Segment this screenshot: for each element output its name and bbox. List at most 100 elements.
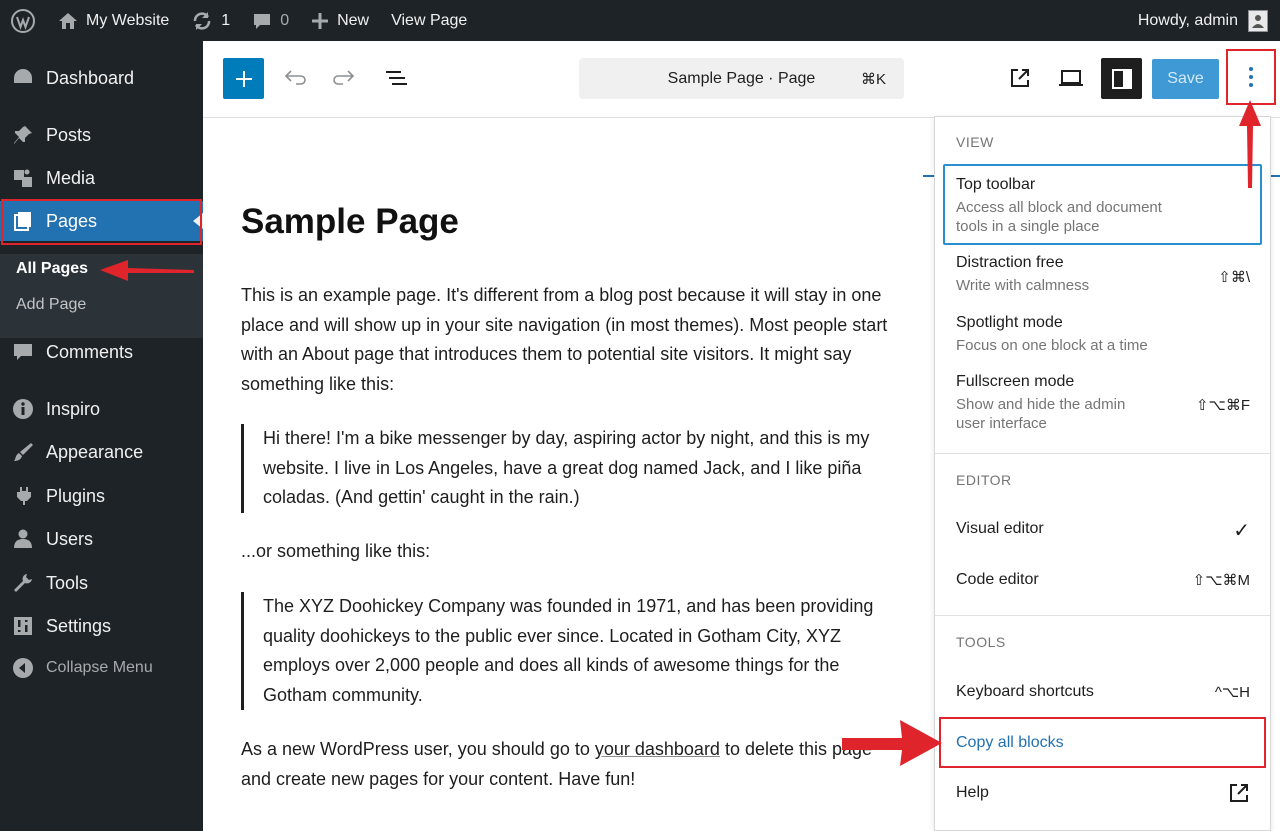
submenu-all-pages[interactable]: All Pages (16, 260, 88, 278)
dashboard-link[interactable]: your dashboard (595, 739, 720, 759)
new-label: New (337, 11, 370, 29)
more-vertical-icon (1249, 67, 1253, 87)
document-title: Sample Page · Page (667, 69, 816, 87)
sidebar-item-label: Tools (46, 572, 89, 593)
settings-sidebar-toggle[interactable] (1101, 58, 1142, 99)
annotation-arrow-all-pages (100, 260, 194, 281)
section-label-view: VIEW (956, 134, 994, 150)
command-shortcut: ⌘K (860, 71, 886, 88)
sidebar-item-comments[interactable]: Comments (0, 332, 203, 372)
sidebar-item-label: Dashboard (46, 67, 135, 88)
desktop-icon (1059, 70, 1083, 86)
sidebar-item-settings[interactable]: Settings (0, 606, 203, 646)
options-menu-button[interactable] (1226, 49, 1276, 105)
list-view-icon (386, 71, 407, 85)
menu-item-distraction-free[interactable]: Distraction free Write with calmness (956, 254, 1252, 295)
pin-icon (10, 122, 36, 148)
sidebar-item-inspiro[interactable]: Inspiro (0, 389, 203, 429)
undo-icon (284, 70, 306, 85)
undo-button[interactable] (278, 62, 310, 94)
sidebar-item-label: Users (46, 528, 94, 549)
paragraph-block[interactable]: This is an example page. It's different … (241, 281, 891, 399)
menu-item-copy-all-blocks[interactable]: Copy all blocks (956, 734, 1064, 752)
menu-item-label: Keyboard shortcuts (956, 683, 1094, 700)
wordpress-logo-button[interactable] (0, 0, 47, 41)
external-link-icon (1230, 784, 1248, 802)
document-overview-button[interactable] (380, 62, 412, 94)
annotation-highlight-pages (1, 199, 202, 245)
annotation-arrow-copy-all-blocks (842, 720, 942, 766)
menu-item-description: Access all block and document tools in a… (956, 199, 1162, 235)
comments-link[interactable]: 0 (241, 0, 300, 41)
new-content-link[interactable]: New (300, 0, 380, 41)
command-palette-bar[interactable]: Sample Page · Page ⌘K (579, 58, 904, 99)
admin-bar: My Website 1 0 New View Page Howdy, admi… (0, 0, 1280, 41)
view-page-button[interactable] (1004, 62, 1036, 94)
plugin-icon (10, 483, 36, 509)
sidebar-item-plugins[interactable]: Plugins (0, 476, 203, 516)
avatar-icon (1252, 14, 1264, 28)
sidebar-item-media[interactable]: Media (0, 158, 203, 198)
menu-item-visual-editor[interactable]: Visual editor (956, 520, 1252, 538)
sidebar-item-label: Appearance (46, 441, 144, 462)
shortcut-distraction-free: ⇧⌘\ (1218, 269, 1250, 286)
shortcut-code-editor: ⇧⌥⌘M (1192, 572, 1250, 589)
quote-block[interactable]: The XYZ Doohickey Company was founded in… (241, 592, 891, 710)
info-icon (10, 396, 36, 422)
menu-item-description: Focus on one block at a time (956, 337, 1148, 354)
menu-divider (935, 453, 1270, 454)
paragraph-block[interactable]: As a new WordPress user, you should go t… (241, 735, 891, 794)
view-page-label: View Page (391, 11, 468, 29)
quote-block[interactable]: Hi there! I'm a bike messenger by day, a… (241, 424, 891, 513)
sidebar-item-label: Posts (46, 124, 92, 145)
menu-item-label: Visual editor (956, 520, 1044, 537)
home-icon (59, 12, 77, 29)
preview-device-button[interactable] (1055, 62, 1087, 94)
comment-icon (10, 339, 36, 365)
menu-item-help[interactable]: Help (956, 784, 1252, 802)
howdy-label: Howdy, admin (1137, 11, 1238, 29)
sidebar-item-dashboard[interactable]: Dashboard (0, 58, 203, 98)
view-page-link[interactable]: View Page (380, 0, 478, 41)
settings-icon (10, 613, 36, 639)
user-icon (10, 526, 36, 552)
sidebar-item-posts[interactable]: Posts (0, 115, 203, 155)
menu-item-top-toolbar[interactable]: Top toolbar Access all block and documen… (956, 176, 1252, 236)
sidebar-item-label: Settings (46, 615, 112, 636)
section-label-tools: TOOLS (956, 634, 1006, 650)
section-label-editor: EDITOR (956, 472, 1012, 488)
collapse-menu-button[interactable]: Collapse Menu (0, 648, 203, 688)
avatar (1248, 9, 1268, 32)
collapse-menu-label: Collapse Menu (46, 659, 153, 676)
brush-icon (10, 439, 36, 465)
sidebar-item-label: Inspiro (46, 398, 101, 419)
menu-item-keyboard-shortcuts[interactable]: Keyboard shortcuts (956, 683, 1252, 701)
site-name-link[interactable]: My Website (47, 0, 180, 41)
paragraph-block[interactable]: ...or something like this: (241, 537, 891, 567)
sidebar-item-label: Comments (46, 341, 134, 362)
comments-count: 0 (280, 11, 290, 29)
sidebar-item-appearance[interactable]: Appearance (0, 432, 203, 472)
sidebar-item-users[interactable]: Users (0, 519, 203, 559)
updates-icon (194, 11, 211, 30)
comment-bubble-icon (254, 13, 271, 29)
menu-item-label: Spotlight mode (956, 314, 1063, 331)
menu-item-spotlight-mode[interactable]: Spotlight mode Focus on one block at a t… (956, 314, 1252, 355)
submenu-add-page[interactable]: Add Page (16, 296, 86, 314)
sidebar-tab-indicator (1271, 175, 1280, 177)
block-inserter-button[interactable] (223, 58, 264, 99)
sidebar-item-label: Plugins (46, 485, 106, 506)
sidebar-item-tools[interactable]: Tools (0, 563, 203, 603)
my-account-link[interactable]: Howdy, admin (1138, 0, 1268, 41)
admin-sidebar: Dashboard Posts Media Pages All Pages Ad… (0, 41, 203, 831)
sidebar-item-label: Media (46, 167, 96, 188)
shortcut-fullscreen: ⇧⌥⌘F (1195, 397, 1250, 414)
menu-item-description: Write with calmness (956, 277, 1090, 294)
page-title[interactable]: Sample Page (241, 202, 459, 242)
menu-divider (935, 615, 1270, 616)
save-button[interactable]: Save (1152, 59, 1219, 99)
redo-button[interactable] (329, 62, 361, 94)
media-icon (10, 165, 36, 191)
updates-link[interactable]: 1 (180, 0, 241, 41)
wordpress-logo-icon (11, 8, 35, 33)
